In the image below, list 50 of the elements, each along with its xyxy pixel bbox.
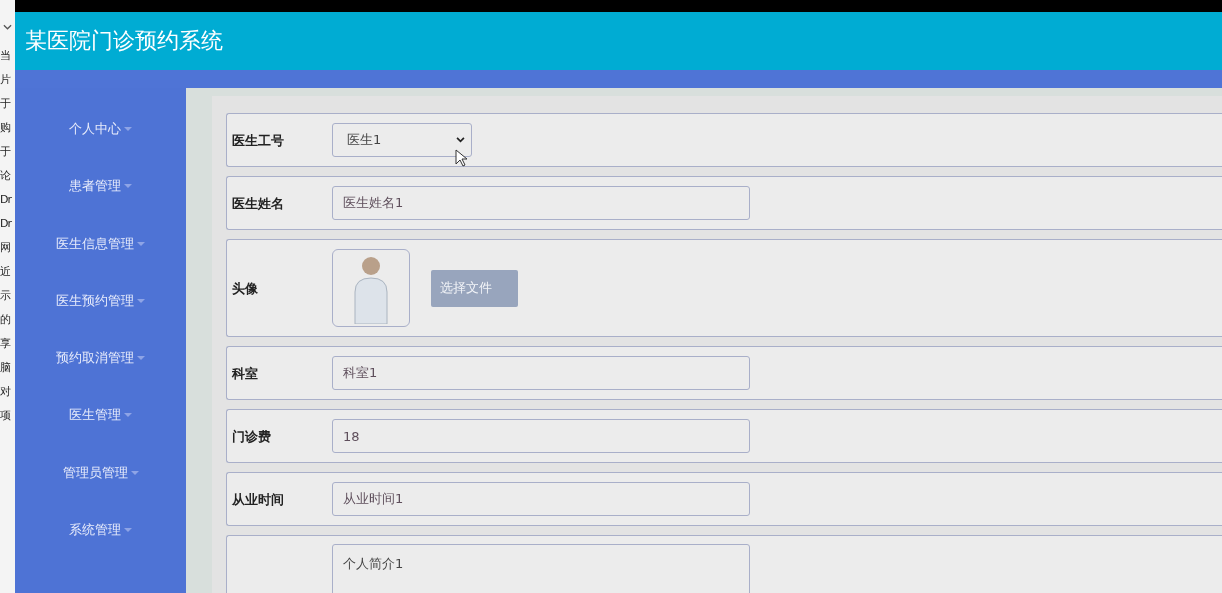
fragment-text: 论 xyxy=(0,168,12,184)
fragment-text: 购 xyxy=(0,120,11,136)
input-field[interactable]: 科室1 xyxy=(332,356,750,390)
fragment-text: 当 xyxy=(0,48,11,64)
sidebar-item[interactable]: 医生管理 xyxy=(69,404,132,462)
field-label: 头像 xyxy=(232,281,258,296)
fragment-text: 于 xyxy=(0,144,12,160)
fragment-text: 脑 xyxy=(0,360,12,376)
fragment-text: Dr xyxy=(0,216,13,232)
sidebar-item[interactable]: 个人中心 xyxy=(69,118,132,176)
fragment-text: 片 xyxy=(0,72,12,88)
person-silhouette-icon xyxy=(351,254,391,324)
doctor-select[interactable]: 医生1 xyxy=(332,123,472,157)
caret-icon xyxy=(124,528,132,533)
app-title: 某医院门诊预约系统 xyxy=(25,27,223,55)
fragment-text: 于 xyxy=(0,96,12,112)
input-field[interactable]: 18 xyxy=(332,419,750,453)
caret-icon xyxy=(124,413,132,418)
caret-icon xyxy=(137,298,145,303)
fragment-text: 项 xyxy=(0,408,12,424)
fragment-text: 享 xyxy=(0,336,12,352)
chevron-icon xyxy=(3,24,12,30)
field-label: 门诊费 xyxy=(232,429,271,444)
input-field[interactable]: 医生姓名1 xyxy=(332,186,750,220)
caret-icon xyxy=(124,184,132,189)
fragment-text: 的 xyxy=(0,312,11,328)
caret-icon xyxy=(130,470,139,475)
fragment-text: 网 xyxy=(0,240,11,256)
field-label: 医生姓名 xyxy=(232,196,284,211)
fragment-text: Dr xyxy=(0,192,13,208)
sidebar-item[interactable]: 医生预约管理 xyxy=(56,289,145,348)
choose-file-button[interactable]: 选择文件 xyxy=(431,269,518,307)
text-area[interactable]: 个人简介1 xyxy=(332,544,750,593)
sidebar-item[interactable]: 管理员管理 xyxy=(62,461,139,520)
sidebar-item[interactable]: 系统管理 xyxy=(69,519,132,577)
caret-icon xyxy=(137,241,145,246)
input-field[interactable]: 从业时间1 xyxy=(332,482,750,516)
sidebar-item[interactable]: 医生信息管理 xyxy=(56,232,145,290)
field-label: 医生工号 xyxy=(232,133,284,148)
caret-icon xyxy=(137,356,145,361)
caret-icon xyxy=(124,127,132,131)
fragment-text: 近 xyxy=(0,264,11,280)
chevron-icon xyxy=(456,137,465,143)
mouse-pointer-icon xyxy=(455,149,467,167)
fragment-text: 对 xyxy=(0,384,12,400)
field-label: 科室 xyxy=(232,366,258,381)
sidebar-item[interactable]: 预约取消管理 xyxy=(56,347,145,405)
field-label: 从业时间 xyxy=(232,492,284,507)
fragment-text: 示 xyxy=(0,288,12,304)
sidebar-item[interactable]: 患者管理 xyxy=(69,175,132,233)
